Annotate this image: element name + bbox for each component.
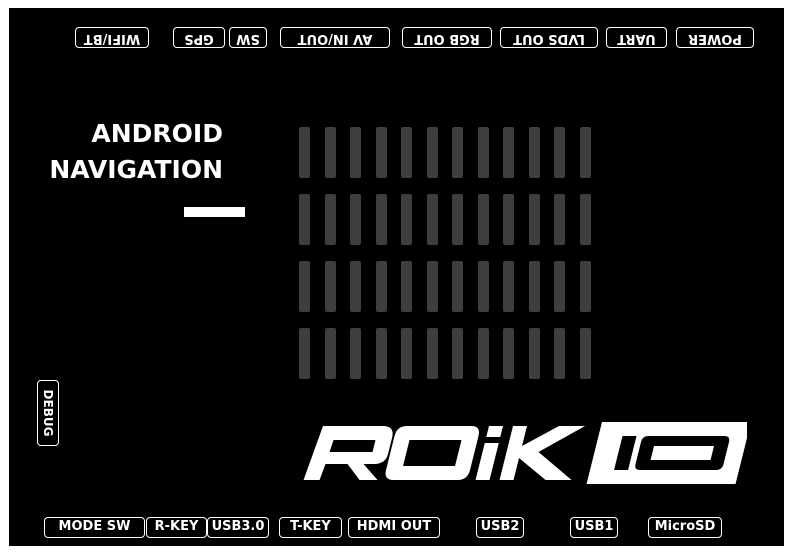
ventilation-slot [299,194,310,245]
ventilation-slot [528,328,540,379]
ventilation-slot [324,194,336,245]
ventilation-slot [554,328,565,379]
ventilation-slot [401,261,412,312]
port-power: POWER [676,27,754,48]
title-android: ANDROID [91,119,223,148]
ventilation-slot [401,127,412,178]
ventilation-slot [426,261,438,312]
ventilation-slot [350,127,361,178]
title-navigation: NAVIGATION [49,155,223,184]
port-mode-sw: MODE SW [44,517,145,538]
ventilation-slot [401,194,412,245]
ventilation-slot [528,127,540,178]
ventilation-slot [554,194,565,245]
ventilation-slot [579,328,591,379]
port-label: SW [236,31,260,46]
ventilation-slot [299,261,310,312]
board: WIFI/BT GPS SW AV IN/OUT RGB OUT LVDS OU… [9,8,784,546]
ventilation-slot [375,194,387,245]
ventilation-slot [350,261,361,312]
port-microsd: MicroSD [648,517,722,538]
ventilation-slot [375,261,387,312]
ventilation-slot [528,194,540,245]
port-label: LVDS OUT [513,31,585,46]
port-label: UART [617,31,656,46]
ventilation-slot [452,194,463,245]
port-label: USB2 [480,519,520,534]
ventilation-slot [579,261,591,312]
title-underline [184,207,245,217]
ventilation-slot [324,328,336,379]
port-wifi-bt: WIFI/BT [75,27,149,48]
port-gps: GPS [173,27,225,48]
port-usb2: USB2 [476,517,524,538]
port-rgb-out: RGB OUT [402,27,492,48]
roik-10-logo [303,422,747,484]
ventilation-slot [426,328,438,379]
ventilation-slot [426,194,438,245]
ventilation-slot [503,127,514,178]
port-label: R-KEY [154,519,199,534]
port-label: POWER [688,31,742,46]
ventilation-slot [299,127,310,178]
port-hdmi-out: HDMI OUT [348,517,440,538]
port-r-key: R-KEY [146,517,207,538]
port-t-key: T-KEY [279,517,342,538]
ventilation-slot [579,127,591,178]
ventilation-slot [452,261,463,312]
ventilation-slot [554,261,565,312]
ventilation-slot [324,127,336,178]
ventilation-slot [503,194,514,245]
ventilation-slot [375,328,387,379]
port-label: USB1 [574,519,614,534]
ventilation-slot [452,127,463,178]
port-sw: SW [229,27,267,48]
ventilation-slot [401,328,412,379]
port-label: T-KEY [290,519,331,534]
port-av-in-out: AV IN/OUT [280,27,390,48]
port-debug: DEBUG [37,380,59,446]
ventilation-slot [477,328,489,379]
port-label: AV IN/OUT [297,31,373,46]
port-label: GPS [184,31,214,46]
ventilation-slot [350,194,361,245]
port-label: DEBUG [41,389,55,437]
port-uart: UART [606,27,667,48]
port-label: MODE SW [58,519,131,534]
port-usb1: USB1 [570,517,618,538]
ventilation-slot [554,127,565,178]
ventilation-slot [477,127,489,178]
port-label: RGB OUT [414,31,480,46]
ventilation-slot [350,328,361,379]
port-lvds-out: LVDS OUT [500,27,598,48]
ventilation-slot [452,328,463,379]
port-label: MicroSD [654,519,716,534]
ventilation-slot [426,127,438,178]
ventilation-slot [477,261,489,312]
port-usb3: USB3.0 [207,517,269,538]
port-label: WIFI/BT [83,31,141,46]
ventilation-slot [503,261,514,312]
port-label: HDMI OUT [356,519,432,534]
ventilation-slot [299,328,310,379]
ventilation-slot [375,127,387,178]
ventilation-slot [528,261,540,312]
port-label: USB3.0 [211,519,265,534]
ventilation-slot [477,194,489,245]
ventilation-slot [324,261,336,312]
ventilation-slot [579,194,591,245]
ventilation-slot [503,328,514,379]
